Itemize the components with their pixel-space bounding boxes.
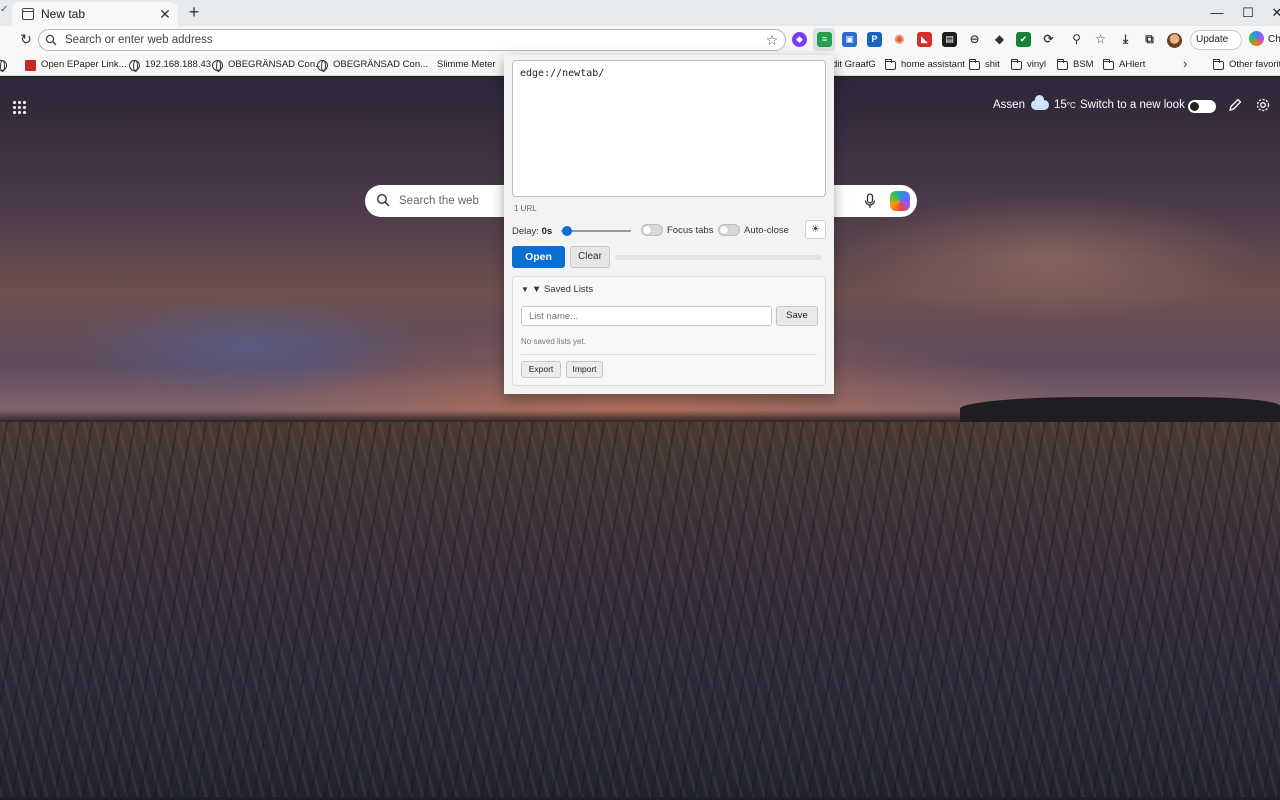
background-wheat-field	[0, 422, 1280, 797]
bookmark-item[interactable]: 192.168.188.43	[129, 58, 211, 72]
bookmark-item[interactable]: Open EPaper Link...	[25, 58, 127, 72]
extension-cube-icon[interactable]: ◆	[992, 32, 1007, 47]
tab-actions-icon[interactable]: ✓	[0, 4, 10, 22]
export-button[interactable]: Export	[521, 361, 561, 378]
cloud-icon	[1030, 95, 1049, 110]
folder-icon	[1011, 59, 1022, 70]
empty-state-text: No saved lists yet.	[521, 337, 586, 346]
folder-icon	[1213, 59, 1224, 70]
delay-value: 0s	[541, 226, 553, 237]
disclosure-triangle-icon: ▼	[521, 285, 529, 294]
clear-button[interactable]: Clear	[570, 246, 610, 268]
delay-slider[interactable]	[561, 226, 631, 236]
saved-lists-title: ▼ Saved Lists	[531, 284, 594, 295]
refresh-icon[interactable]: ↻	[18, 31, 34, 47]
saved-lists-section: ▼ ▼ Saved Lists Save No saved lists yet.…	[512, 276, 826, 386]
weather-city: Assen	[993, 99, 1025, 111]
microphone-icon[interactable]	[864, 193, 876, 209]
address-bar[interactable]: ☆	[38, 29, 786, 51]
folder-icon	[1057, 59, 1068, 70]
tab-close-icon[interactable]: ✕	[158, 7, 172, 21]
tab-title: New tab	[41, 7, 86, 21]
favorite-star-icon[interactable]: ☆	[764, 32, 780, 49]
tab-strip: ✓ New tab ✕ + — ☐ ✕	[0, 0, 1280, 26]
extension-p-icon[interactable]: P	[867, 32, 882, 47]
folder-icon	[1103, 59, 1114, 70]
newtab-favicon-icon	[22, 8, 34, 20]
save-list-button[interactable]: Save	[776, 306, 818, 326]
screenshot-icon[interactable]: ⧉	[1142, 32, 1157, 47]
new-look-toggle[interactable]	[1188, 100, 1216, 113]
extension-zoom-icon[interactable]: ⊖	[967, 32, 982, 47]
url-list-textarea[interactable]	[512, 60, 826, 197]
update-button[interactable]: Update ···	[1190, 30, 1242, 63]
open-button[interactable]: Open	[512, 246, 565, 268]
copilot-icon[interactable]	[890, 191, 910, 211]
folder-icon	[885, 59, 896, 70]
address-input[interactable]	[65, 34, 764, 46]
new-look-label: Switch to a new look	[1080, 99, 1185, 111]
extension-red-icon[interactable]: ◣	[917, 32, 932, 47]
pdf-icon	[25, 59, 36, 71]
search-icon	[45, 34, 57, 46]
bookmark-item[interactable]: dit GraafG	[832, 58, 876, 72]
auto-close-toggle[interactable]	[718, 224, 740, 236]
list-name-input[interactable]	[521, 306, 772, 326]
extensions-puzzle-icon[interactable]: ⚲	[1069, 32, 1084, 47]
focus-tabs-label: Focus tabs	[667, 225, 714, 236]
bookmark-item[interactable]: OBEGRÄNSAD Con...	[317, 58, 428, 72]
minimize-button[interactable]: —	[1202, 3, 1232, 23]
copilot-label[interactable]: Ch	[1268, 34, 1280, 45]
extension-refresh-icon[interactable]: ⟳	[1041, 32, 1056, 47]
url-count: 1 URL	[514, 204, 537, 213]
globe-icon	[0, 59, 7, 72]
weather-widget[interactable]: Assen 15°C	[993, 95, 1076, 111]
downloads-icon[interactable]: ⤓	[1118, 32, 1133, 47]
app-launcher-icon[interactable]	[12, 100, 26, 114]
slider-thumb[interactable]	[562, 226, 572, 236]
new-tab-button[interactable]: +	[184, 3, 204, 23]
auto-close-label: Auto-close	[744, 225, 789, 236]
bookmark-folder[interactable]: shit	[969, 58, 1000, 72]
search-icon	[376, 193, 390, 207]
bookmark-folder[interactable]: home assistant	[885, 58, 965, 72]
divider	[521, 354, 817, 355]
folder-icon	[969, 59, 980, 70]
gear-icon[interactable]	[1255, 97, 1271, 113]
sun-icon: ☀	[811, 224, 820, 235]
bookmark-folder[interactable]: AHlert	[1103, 58, 1145, 72]
bookmark-folder[interactable]: BSM	[1057, 58, 1094, 72]
extension-bus-icon[interactable]: ▤	[942, 32, 957, 47]
bookmark-leading-icon[interactable]	[0, 58, 12, 72]
extension-blue-square-icon[interactable]: ▣	[842, 32, 857, 47]
bookmark-item[interactable]: Slimme Meter	[437, 58, 496, 72]
tab-opener-extension-icon[interactable]: ≡	[817, 32, 832, 47]
bookmark-item[interactable]: OBEGRÄNSAD Con...	[212, 58, 323, 72]
extension-diamond-icon[interactable]: ◆	[792, 32, 807, 47]
weather-temperature: 15°C	[1053, 99, 1076, 111]
focus-tabs-toggle[interactable]	[641, 224, 663, 236]
pencil-icon[interactable]	[1227, 97, 1243, 113]
chevron-right-icon[interactable]: ›	[1183, 56, 1187, 71]
close-window-button[interactable]: ✕	[1262, 3, 1280, 23]
import-button[interactable]: Import	[566, 361, 603, 378]
favorites-icon[interactable]: ☆	[1093, 32, 1108, 47]
globe-icon	[317, 59, 328, 72]
tab-new-tab[interactable]: New tab ✕	[12, 2, 178, 26]
maximize-button[interactable]: ☐	[1233, 3, 1263, 23]
url-opener-popup: 1 URL Delay: 0s Focus tabs Auto-close ☀ …	[504, 55, 834, 394]
progress-bar	[615, 255, 821, 260]
extension-green-icon[interactable]: ✔	[1016, 32, 1031, 47]
globe-icon	[212, 59, 223, 72]
globe-icon	[129, 59, 140, 72]
theme-toggle-button[interactable]: ☀	[805, 220, 826, 239]
copilot-icon[interactable]	[1249, 31, 1264, 46]
profile-avatar[interactable]	[1167, 33, 1182, 48]
bookmark-folder[interactable]: vinyl	[1011, 58, 1046, 72]
delay-label: Delay: 0s	[512, 226, 553, 237]
saved-lists-toggle[interactable]: ▼ ▼ Saved Lists	[521, 284, 593, 295]
browser-toolbar: ↻ ☆ ◆ ≡ ▣ P ✺ ◣ ▤ ⊖ ◆ ✔ ⟳ ⚲ ☆ ⤓ ⧉ Update…	[0, 26, 1280, 63]
extension-sun-icon[interactable]: ✺	[892, 32, 907, 47]
other-favorites-folder[interactable]: Other favorite	[1213, 58, 1280, 72]
